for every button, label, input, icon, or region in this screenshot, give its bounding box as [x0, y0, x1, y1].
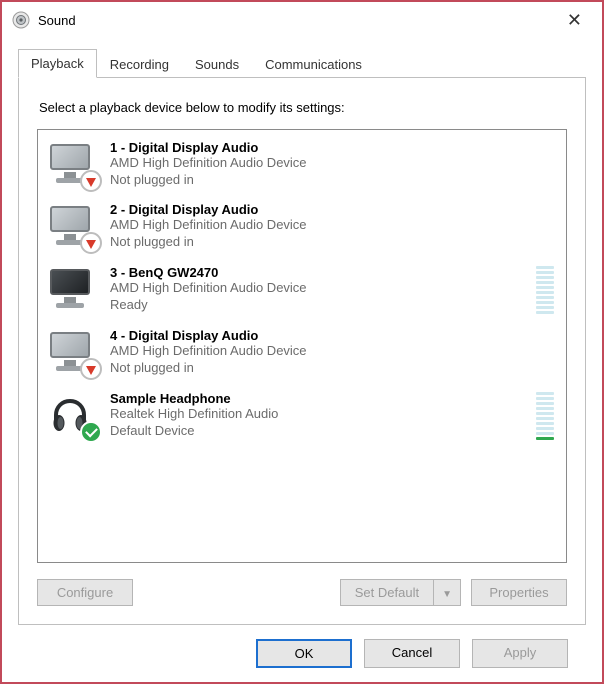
device-driver: Realtek High Definition Audio — [110, 406, 528, 422]
level-meter — [536, 264, 554, 314]
device-status: Default Device — [110, 423, 528, 439]
device-row[interactable]: 2 - Digital Display Audio AMD High Defin… — [42, 198, 562, 260]
sound-dialog: Sound ✕ Playback Recording Sounds Commun… — [0, 0, 604, 684]
speaker-icon — [12, 11, 30, 29]
configure-button[interactable]: Configure — [37, 579, 133, 606]
device-info: Sample Headphone Realtek High Definition… — [110, 391, 528, 439]
set-default-button[interactable]: Set Default ▼ — [340, 579, 461, 606]
unplugged-badge-icon — [80, 170, 102, 192]
device-driver: AMD High Definition Audio Device — [110, 155, 554, 171]
device-list[interactable]: 1 - Digital Display Audio AMD High Defin… — [37, 129, 567, 563]
monitor-icon — [48, 265, 96, 313]
device-name: Sample Headphone — [110, 391, 528, 406]
tab-playback[interactable]: Playback — [18, 49, 97, 78]
monitor-icon — [48, 202, 96, 250]
device-status: Ready — [110, 297, 528, 313]
headphones-icon — [48, 391, 96, 439]
tab-recording[interactable]: Recording — [97, 50, 182, 78]
tab-communications[interactable]: Communications — [252, 50, 375, 78]
device-info: 4 - Digital Display Audio AMD High Defin… — [110, 328, 554, 376]
monitor-icon — [48, 140, 96, 188]
close-button[interactable]: ✕ — [557, 6, 592, 35]
device-row[interactable]: 3 - BenQ GW2470 AMD High Definition Audi… — [42, 260, 562, 324]
device-name: 3 - BenQ GW2470 — [110, 265, 528, 280]
device-name: 2 - Digital Display Audio — [110, 202, 554, 217]
playback-pane: Select a playback device below to modify… — [18, 78, 586, 625]
tab-sounds[interactable]: Sounds — [182, 50, 252, 78]
device-row[interactable]: Sample Headphone Realtek High Definition… — [42, 386, 562, 450]
device-status: Not plugged in — [110, 172, 554, 188]
prompt-text: Select a playback device below to modify… — [39, 100, 567, 115]
window-title: Sound — [38, 13, 76, 28]
monitor-icon — [48, 328, 96, 376]
device-driver: AMD High Definition Audio Device — [110, 280, 528, 296]
device-status: Not plugged in — [110, 360, 554, 376]
chevron-down-icon[interactable]: ▼ — [433, 580, 460, 605]
device-status: Not plugged in — [110, 234, 554, 250]
device-name: 1 - Digital Display Audio — [110, 140, 554, 155]
cancel-button[interactable]: Cancel — [364, 639, 460, 668]
dialog-footer: OK Cancel Apply — [18, 625, 586, 668]
tab-strip: Playback Recording Sounds Communications — [18, 48, 586, 78]
unplugged-badge-icon — [80, 358, 102, 380]
device-driver: AMD High Definition Audio Device — [110, 343, 554, 359]
device-row[interactable]: 1 - Digital Display Audio AMD High Defin… — [42, 136, 562, 198]
default-badge-icon — [80, 421, 102, 443]
properties-button[interactable]: Properties — [471, 579, 567, 606]
device-name: 4 - Digital Display Audio — [110, 328, 554, 343]
tab-button-row: Configure Set Default ▼ Properties — [37, 579, 567, 606]
ok-button[interactable]: OK — [256, 639, 352, 668]
device-info: 3 - BenQ GW2470 AMD High Definition Audi… — [110, 265, 528, 313]
titlebar: Sound ✕ — [2, 2, 602, 38]
device-row[interactable]: 4 - Digital Display Audio AMD High Defin… — [42, 324, 562, 386]
device-info: 2 - Digital Display Audio AMD High Defin… — [110, 202, 554, 250]
client-area: Playback Recording Sounds Communications… — [2, 38, 602, 682]
set-default-label: Set Default — [341, 580, 433, 605]
apply-button[interactable]: Apply — [472, 639, 568, 668]
unplugged-badge-icon — [80, 232, 102, 254]
device-info: 1 - Digital Display Audio AMD High Defin… — [110, 140, 554, 188]
level-meter — [536, 390, 554, 440]
device-driver: AMD High Definition Audio Device — [110, 217, 554, 233]
